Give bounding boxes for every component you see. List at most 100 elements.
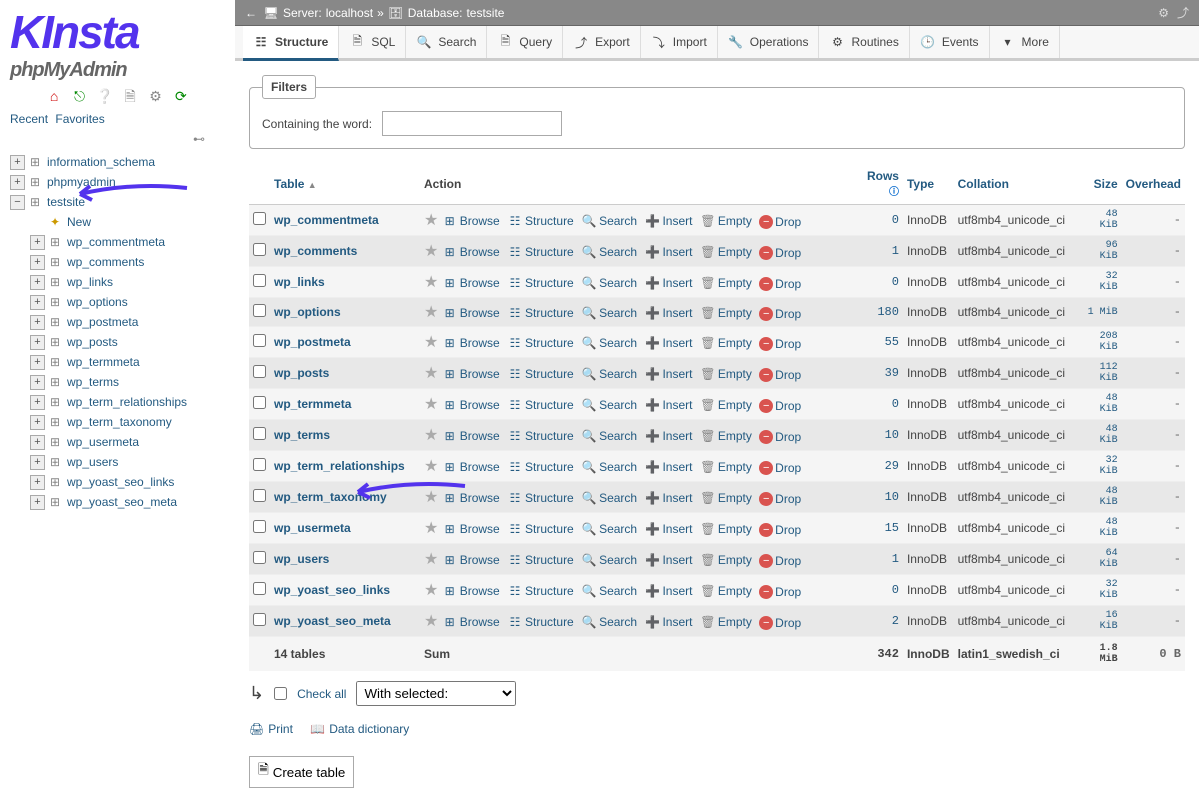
page-settings-icon[interactable]: ⚙ <box>1156 6 1172 20</box>
table-icon[interactable]: ⊞ <box>47 414 63 430</box>
table-wp_postmeta[interactable]: wp_postmeta <box>67 315 138 329</box>
table-wp_yoast_seo_links[interactable]: wp_yoast_seo_links <box>67 475 174 489</box>
exit-icon[interactable]: ⤴ <box>1175 4 1191 21</box>
expand-icon[interactable]: + <box>10 175 25 190</box>
tab-search[interactable]: 🔍Search <box>406 26 487 58</box>
search-action[interactable]: 🔍Search <box>581 490 637 506</box>
structure-action[interactable]: ☷Structure <box>507 552 574 568</box>
drop-action[interactable]: −Drop <box>759 492 801 506</box>
table-icon[interactable]: ⊞ <box>47 354 63 370</box>
drop-action[interactable]: −Drop <box>759 215 801 229</box>
empty-action[interactable]: 🗑Empty <box>700 428 752 444</box>
table-wp_commentmeta[interactable]: wp_commentmeta <box>67 235 165 249</box>
browse-action[interactable]: ⊞Browse <box>442 490 500 506</box>
data-dictionary-link[interactable]: 📖Data dictionary <box>310 722 409 736</box>
tab-import[interactable]: ⤵Import <box>641 26 718 58</box>
table-icon[interactable]: ⊞ <box>47 454 63 470</box>
drop-action[interactable]: −Drop <box>759 554 801 568</box>
drop-action[interactable]: −Drop <box>759 337 801 351</box>
favorite-star-icon[interactable]: ★ <box>424 427 438 444</box>
search-action[interactable]: 🔍Search <box>581 552 637 568</box>
drop-action[interactable]: −Drop <box>759 277 801 291</box>
table-icon[interactable]: ⊞ <box>47 334 63 350</box>
row-checkbox[interactable] <box>253 458 266 471</box>
tab-structure[interactable]: ☷Structure <box>243 26 339 61</box>
favorite-star-icon[interactable]: ★ <box>424 274 438 291</box>
empty-action[interactable]: 🗑Empty <box>700 213 752 229</box>
tab-sql[interactable]: 🗎SQL <box>339 26 406 58</box>
insert-action[interactable]: ➕Insert <box>644 490 692 506</box>
table-name-link[interactable]: wp_links <box>274 275 325 289</box>
expand-icon[interactable]: + <box>30 275 45 290</box>
table-icon[interactable]: ⊞ <box>47 274 63 290</box>
row-checkbox[interactable] <box>253 396 266 409</box>
browse-action[interactable]: ⊞Browse <box>442 335 500 351</box>
insert-action[interactable]: ➕Insert <box>644 305 692 321</box>
browse-action[interactable]: ⊞Browse <box>442 428 500 444</box>
table-name-link[interactable]: wp_users <box>274 552 329 566</box>
col-table[interactable]: Table <box>274 177 304 191</box>
empty-action[interactable]: 🗑Empty <box>700 490 752 506</box>
table-icon[interactable]: ⊞ <box>47 474 63 490</box>
expand-icon[interactable]: + <box>10 155 25 170</box>
search-action[interactable]: 🔍Search <box>581 521 637 537</box>
table-name-link[interactable]: wp_options <box>274 305 341 319</box>
drop-action[interactable]: −Drop <box>759 616 801 630</box>
favorite-star-icon[interactable]: ★ <box>424 243 438 260</box>
expand-icon[interactable]: + <box>30 355 45 370</box>
row-checkbox[interactable] <box>253 334 266 347</box>
recent-tab[interactable]: Recent <box>10 112 48 126</box>
row-checkbox[interactable] <box>253 613 266 626</box>
table-wp_options[interactable]: wp_options <box>67 295 128 309</box>
browse-action[interactable]: ⊞Browse <box>442 583 500 599</box>
favorite-star-icon[interactable]: ★ <box>424 396 438 413</box>
search-action[interactable]: 🔍Search <box>581 275 637 291</box>
insert-action[interactable]: ➕Insert <box>644 521 692 537</box>
tab-operations[interactable]: 🔧Operations <box>718 26 820 58</box>
nav-left-icon[interactable]: ← <box>243 6 259 20</box>
print-link[interactable]: 🖨Print <box>249 722 293 736</box>
empty-action[interactable]: 🗑Empty <box>700 397 752 413</box>
reload-icon[interactable]: ⟳ <box>172 88 190 106</box>
structure-action[interactable]: ☷Structure <box>507 459 574 475</box>
structure-action[interactable]: ☷Structure <box>507 244 574 260</box>
favorite-star-icon[interactable]: ★ <box>424 489 438 506</box>
favorite-star-icon[interactable]: ★ <box>424 212 438 229</box>
db-icon[interactable]: ⊞ <box>27 174 43 190</box>
insert-action[interactable]: ➕Insert <box>644 428 692 444</box>
search-action[interactable]: 🔍Search <box>581 244 637 260</box>
search-action[interactable]: 🔍Search <box>581 459 637 475</box>
table-name-link[interactable]: wp_yoast_seo_meta <box>274 614 391 628</box>
logout-icon[interactable]: ⎋ <box>70 88 88 106</box>
favorite-star-icon[interactable]: ★ <box>424 582 438 599</box>
search-action[interactable]: 🔍Search <box>581 305 637 321</box>
drop-action[interactable]: −Drop <box>759 368 801 382</box>
table-name-link[interactable]: wp_commentmeta <box>274 213 379 227</box>
db-phpmyadmin[interactable]: phpmyadmin <box>47 175 116 189</box>
insert-action[interactable]: ➕Insert <box>644 459 692 475</box>
tab-more[interactable]: ▾More <box>990 26 1060 58</box>
empty-action[interactable]: 🗑Empty <box>700 305 752 321</box>
empty-action[interactable]: 🗑Empty <box>700 583 752 599</box>
insert-action[interactable]: ➕Insert <box>644 552 692 568</box>
empty-action[interactable]: 🗑Empty <box>700 335 752 351</box>
expand-icon[interactable]: + <box>30 315 45 330</box>
row-checkbox[interactable] <box>253 582 266 595</box>
favorite-star-icon[interactable]: ★ <box>424 613 438 630</box>
table-name-link[interactable]: wp_terms <box>274 428 330 442</box>
browse-action[interactable]: ⊞Browse <box>442 459 500 475</box>
expand-icon[interactable]: + <box>30 295 45 310</box>
drop-action[interactable]: −Drop <box>759 246 801 260</box>
table-icon[interactable]: ⊞ <box>47 294 63 310</box>
search-action[interactable]: 🔍Search <box>581 397 637 413</box>
drop-action[interactable]: −Drop <box>759 585 801 599</box>
favorites-tab[interactable]: Favorites <box>55 112 104 126</box>
structure-action[interactable]: ☷Structure <box>507 614 574 630</box>
tab-query[interactable]: 🗎Query <box>487 26 563 58</box>
empty-action[interactable]: 🗑Empty <box>700 459 752 475</box>
insert-action[interactable]: ➕Insert <box>644 275 692 291</box>
search-action[interactable]: 🔍Search <box>581 366 637 382</box>
structure-action[interactable]: ☷Structure <box>507 335 574 351</box>
col-rows[interactable]: Rows <box>867 169 899 183</box>
expand-icon[interactable]: + <box>30 255 45 270</box>
